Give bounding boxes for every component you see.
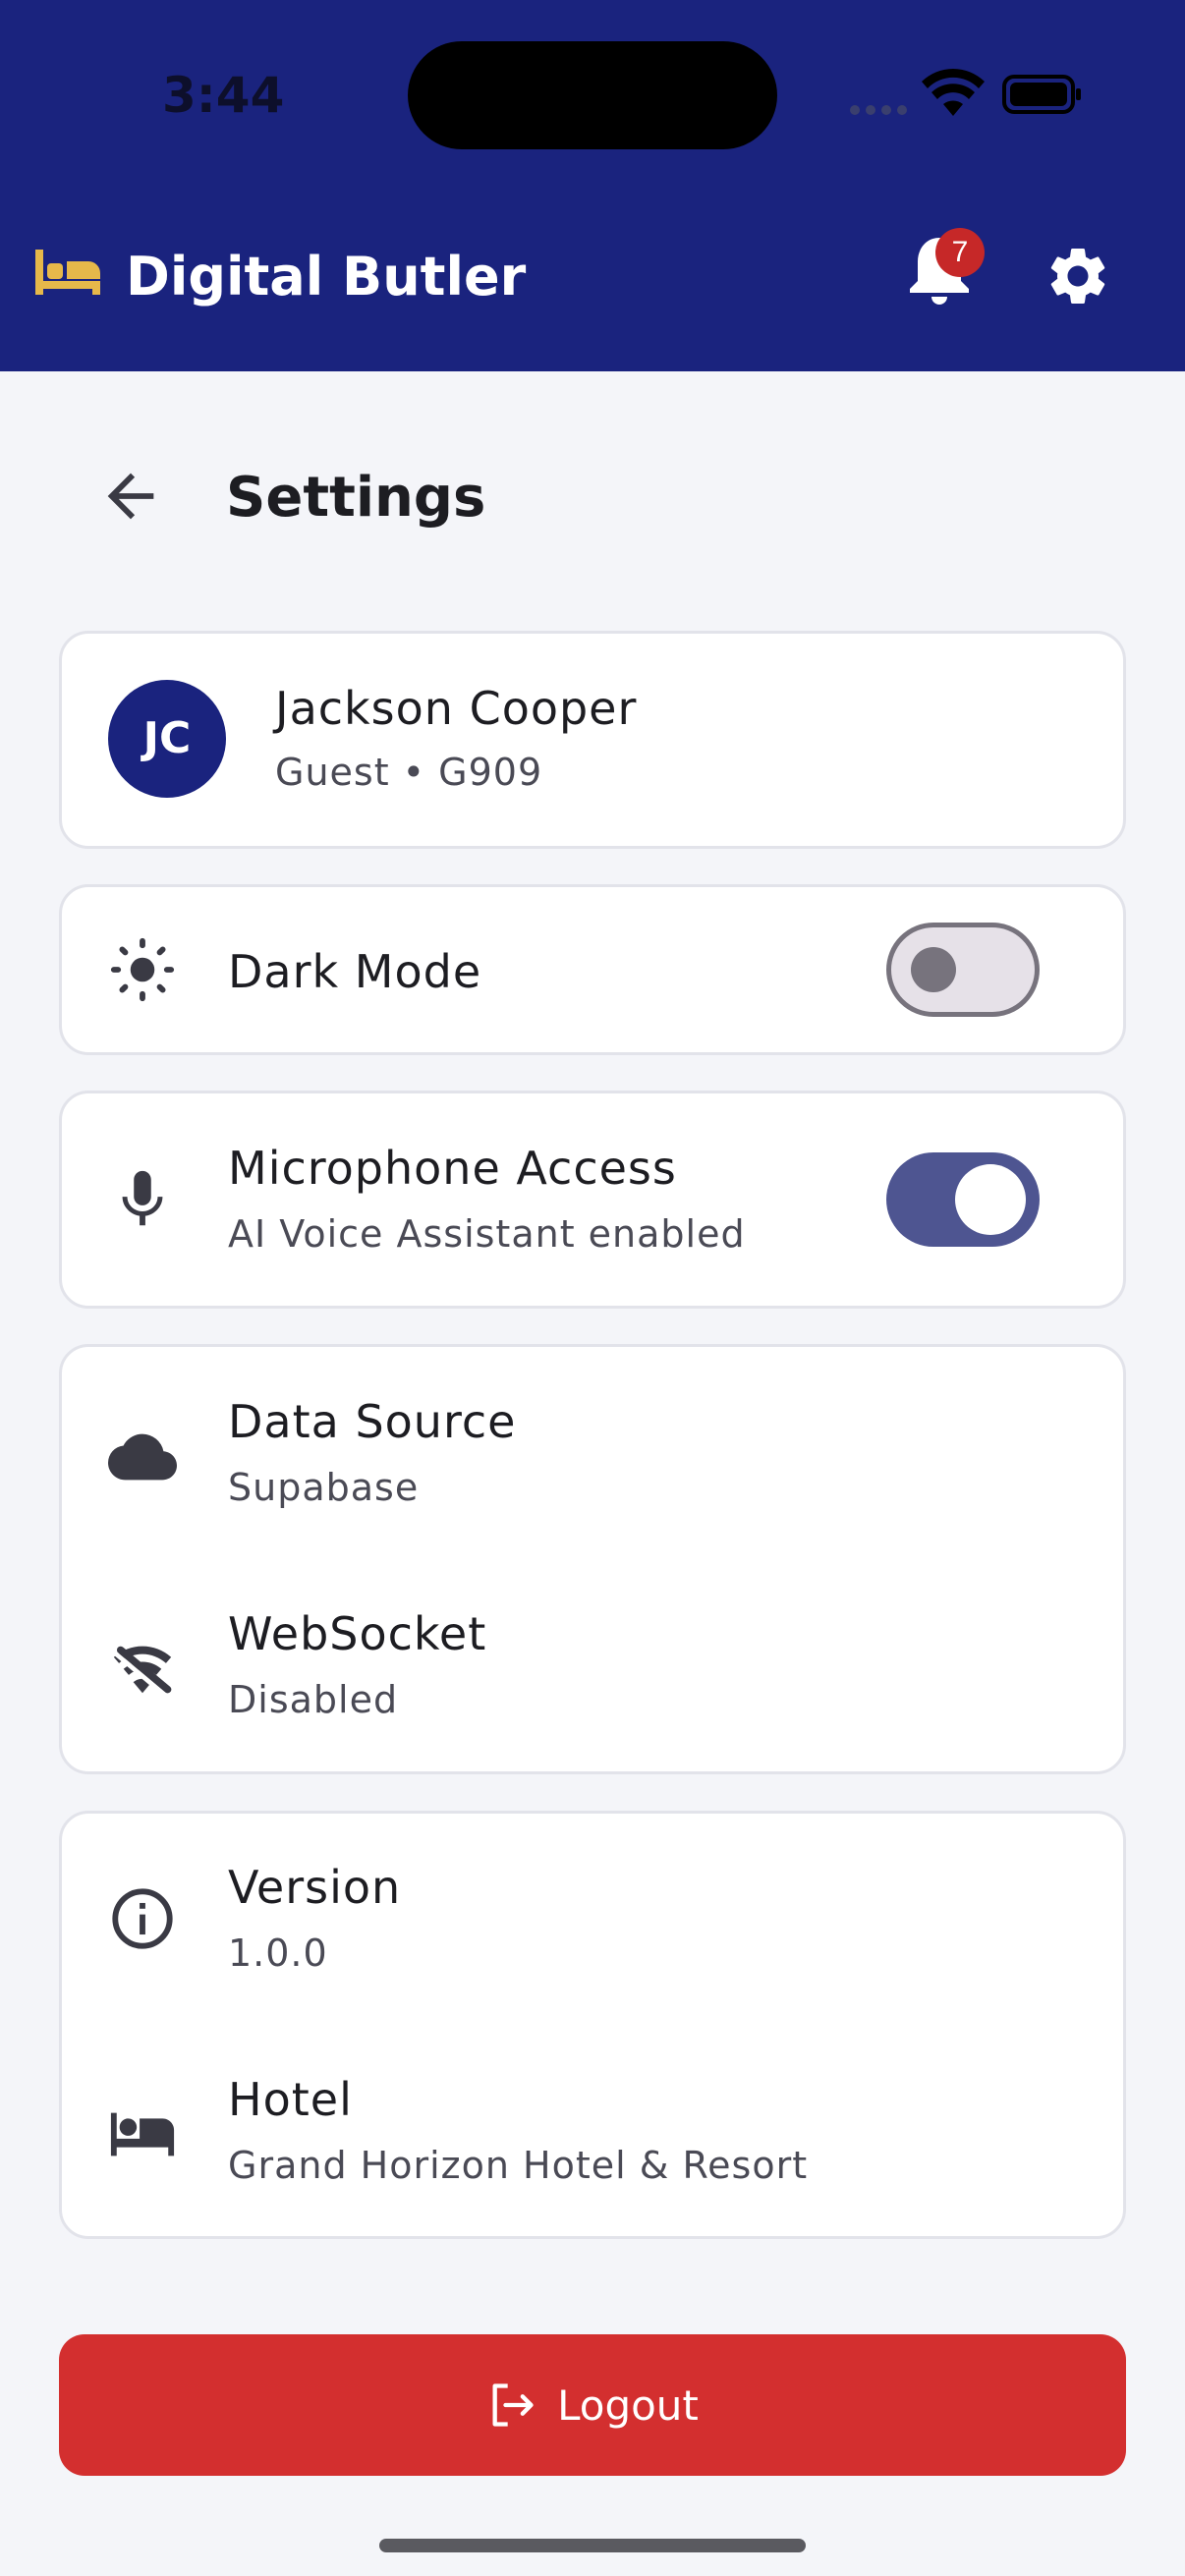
signal-icon — [850, 105, 907, 115]
dark-mode-label: Dark Mode — [228, 945, 482, 998]
wifi-off-icon — [108, 1633, 177, 1702]
home-indicator[interactable] — [379, 2539, 806, 2552]
settings-button[interactable] — [1044, 242, 1112, 310]
profile-subtitle: Guest • G909 — [275, 751, 543, 794]
avatar: JC — [108, 680, 226, 798]
hotel-value: Grand Horizon Hotel & Resort — [228, 2144, 809, 2187]
page-title: Settings — [226, 466, 486, 530]
cloud-icon — [108, 1423, 177, 1491]
status-time: 3:44 — [162, 67, 285, 124]
status-icons — [847, 69, 1083, 120]
logout-icon — [492, 2383, 534, 2427]
version-value: 1.0.0 — [228, 1932, 328, 1975]
app-title: Digital Butler — [126, 246, 527, 308]
battery-icon — [1002, 75, 1081, 114]
back-button[interactable] — [96, 462, 165, 531]
hotel-label: Hotel — [228, 2073, 353, 2126]
version-label: Version — [228, 1861, 402, 1914]
logout-label: Logout — [557, 2380, 699, 2430]
arrow-left-icon — [107, 473, 154, 520]
microphone-label: Microphone Access — [228, 1142, 677, 1195]
hotel-bed-icon — [108, 2099, 177, 2167]
microphone-toggle[interactable] — [886, 1152, 1040, 1247]
sun-icon — [108, 935, 177, 1004]
websocket-value: Disabled — [228, 1678, 399, 1721]
toggle-knob — [955, 1164, 1026, 1235]
websocket-label: WebSocket — [228, 1607, 487, 1660]
microphone-subtitle: AI Voice Assistant enabled — [228, 1212, 746, 1256]
bed-icon — [35, 248, 100, 299]
gear-icon — [1050, 248, 1105, 304]
connection-card — [59, 1344, 1126, 1774]
profile-name: Jackson Cooper — [275, 682, 638, 735]
microphone-icon — [108, 1165, 177, 1234]
notification-badge: 7 — [935, 228, 985, 277]
info-icon — [108, 1884, 177, 1953]
dynamic-island — [408, 41, 777, 149]
toggle-knob — [911, 947, 956, 992]
data-source-label: Data Source — [228, 1395, 517, 1448]
logout-button[interactable]: Logout — [59, 2334, 1126, 2476]
data-source-value: Supabase — [228, 1466, 420, 1509]
dark-mode-toggle[interactable] — [886, 923, 1040, 1017]
wifi-icon — [922, 69, 985, 116]
